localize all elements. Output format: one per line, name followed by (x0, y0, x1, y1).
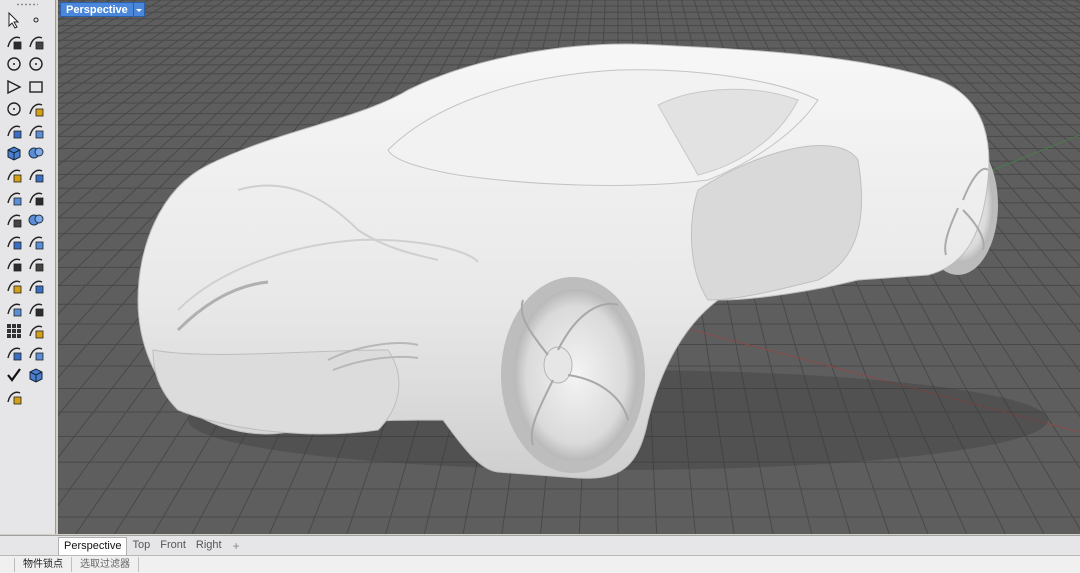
layer-icon[interactable] (4, 343, 24, 363)
grid-icon[interactable] (4, 321, 24, 341)
solid-edit-icon[interactable] (26, 165, 46, 185)
perspective-viewport[interactable]: Perspective (58, 0, 1080, 534)
text-icon[interactable] (4, 254, 24, 274)
cylinder-icon[interactable] (4, 165, 24, 185)
viewport-title[interactable]: Perspective (60, 2, 145, 17)
surface-icon[interactable] (4, 121, 24, 141)
curve-edit-icon[interactable] (26, 232, 46, 252)
point-icon[interactable] (26, 10, 46, 30)
left-toolbar (0, 0, 56, 534)
scale-icon[interactable] (26, 254, 46, 274)
mirror-icon[interactable] (26, 276, 46, 296)
dimension-icon[interactable] (26, 321, 46, 341)
tabs-spacer (0, 535, 58, 555)
add-viewport-tab-icon[interactable]: + (227, 539, 246, 553)
surface-edge-icon[interactable] (26, 121, 46, 141)
tab-perspective[interactable]: Perspective (58, 536, 128, 555)
paint-icon[interactable] (4, 387, 24, 407)
viewport-scene (58, 0, 1080, 534)
curve-points-icon[interactable] (26, 32, 46, 52)
polyline-icon[interactable] (4, 32, 24, 52)
sphere-icon[interactable] (26, 143, 46, 163)
ellipse-icon[interactable] (26, 54, 46, 74)
check-icon[interactable] (4, 365, 24, 385)
tab-front[interactable]: Front (155, 537, 191, 554)
viewport-tabs: Perspective Top Front Right + (58, 535, 1080, 555)
project-icon[interactable] (26, 299, 46, 319)
selection-filter-toggle[interactable]: 选取过滤器 (72, 557, 139, 572)
transform-icon[interactable] (4, 188, 24, 208)
select-arrow-icon[interactable] (4, 10, 24, 30)
rectangle-icon[interactable] (26, 77, 46, 97)
arc-icon[interactable] (26, 99, 46, 119)
fillet-icon[interactable] (4, 232, 24, 252)
circle-icon[interactable] (4, 54, 24, 74)
explode-icon[interactable] (26, 188, 46, 208)
status-bar: 物件锁点 选取过滤器 (0, 555, 1080, 573)
viewport-title-label[interactable]: Perspective (60, 2, 134, 17)
tab-top[interactable]: Top (127, 537, 155, 554)
toolbar-grip[interactable] (16, 3, 38, 6)
osnap-toggle[interactable]: 物件锁点 (15, 557, 72, 572)
tab-right[interactable]: Right (191, 537, 227, 554)
polygon-icon[interactable] (4, 77, 24, 97)
array-icon[interactable] (4, 276, 24, 296)
viewport-menu-dropdown-icon[interactable] (133, 2, 145, 17)
box-icon[interactable] (4, 143, 24, 163)
boolean-icon[interactable] (26, 210, 46, 230)
display-icon[interactable] (26, 365, 46, 385)
status-grip-icon (2, 557, 15, 572)
mesh-icon[interactable] (4, 210, 24, 230)
circle-center-icon[interactable] (4, 99, 24, 119)
extrude-icon[interactable] (4, 299, 24, 319)
render-icon[interactable] (26, 343, 46, 363)
